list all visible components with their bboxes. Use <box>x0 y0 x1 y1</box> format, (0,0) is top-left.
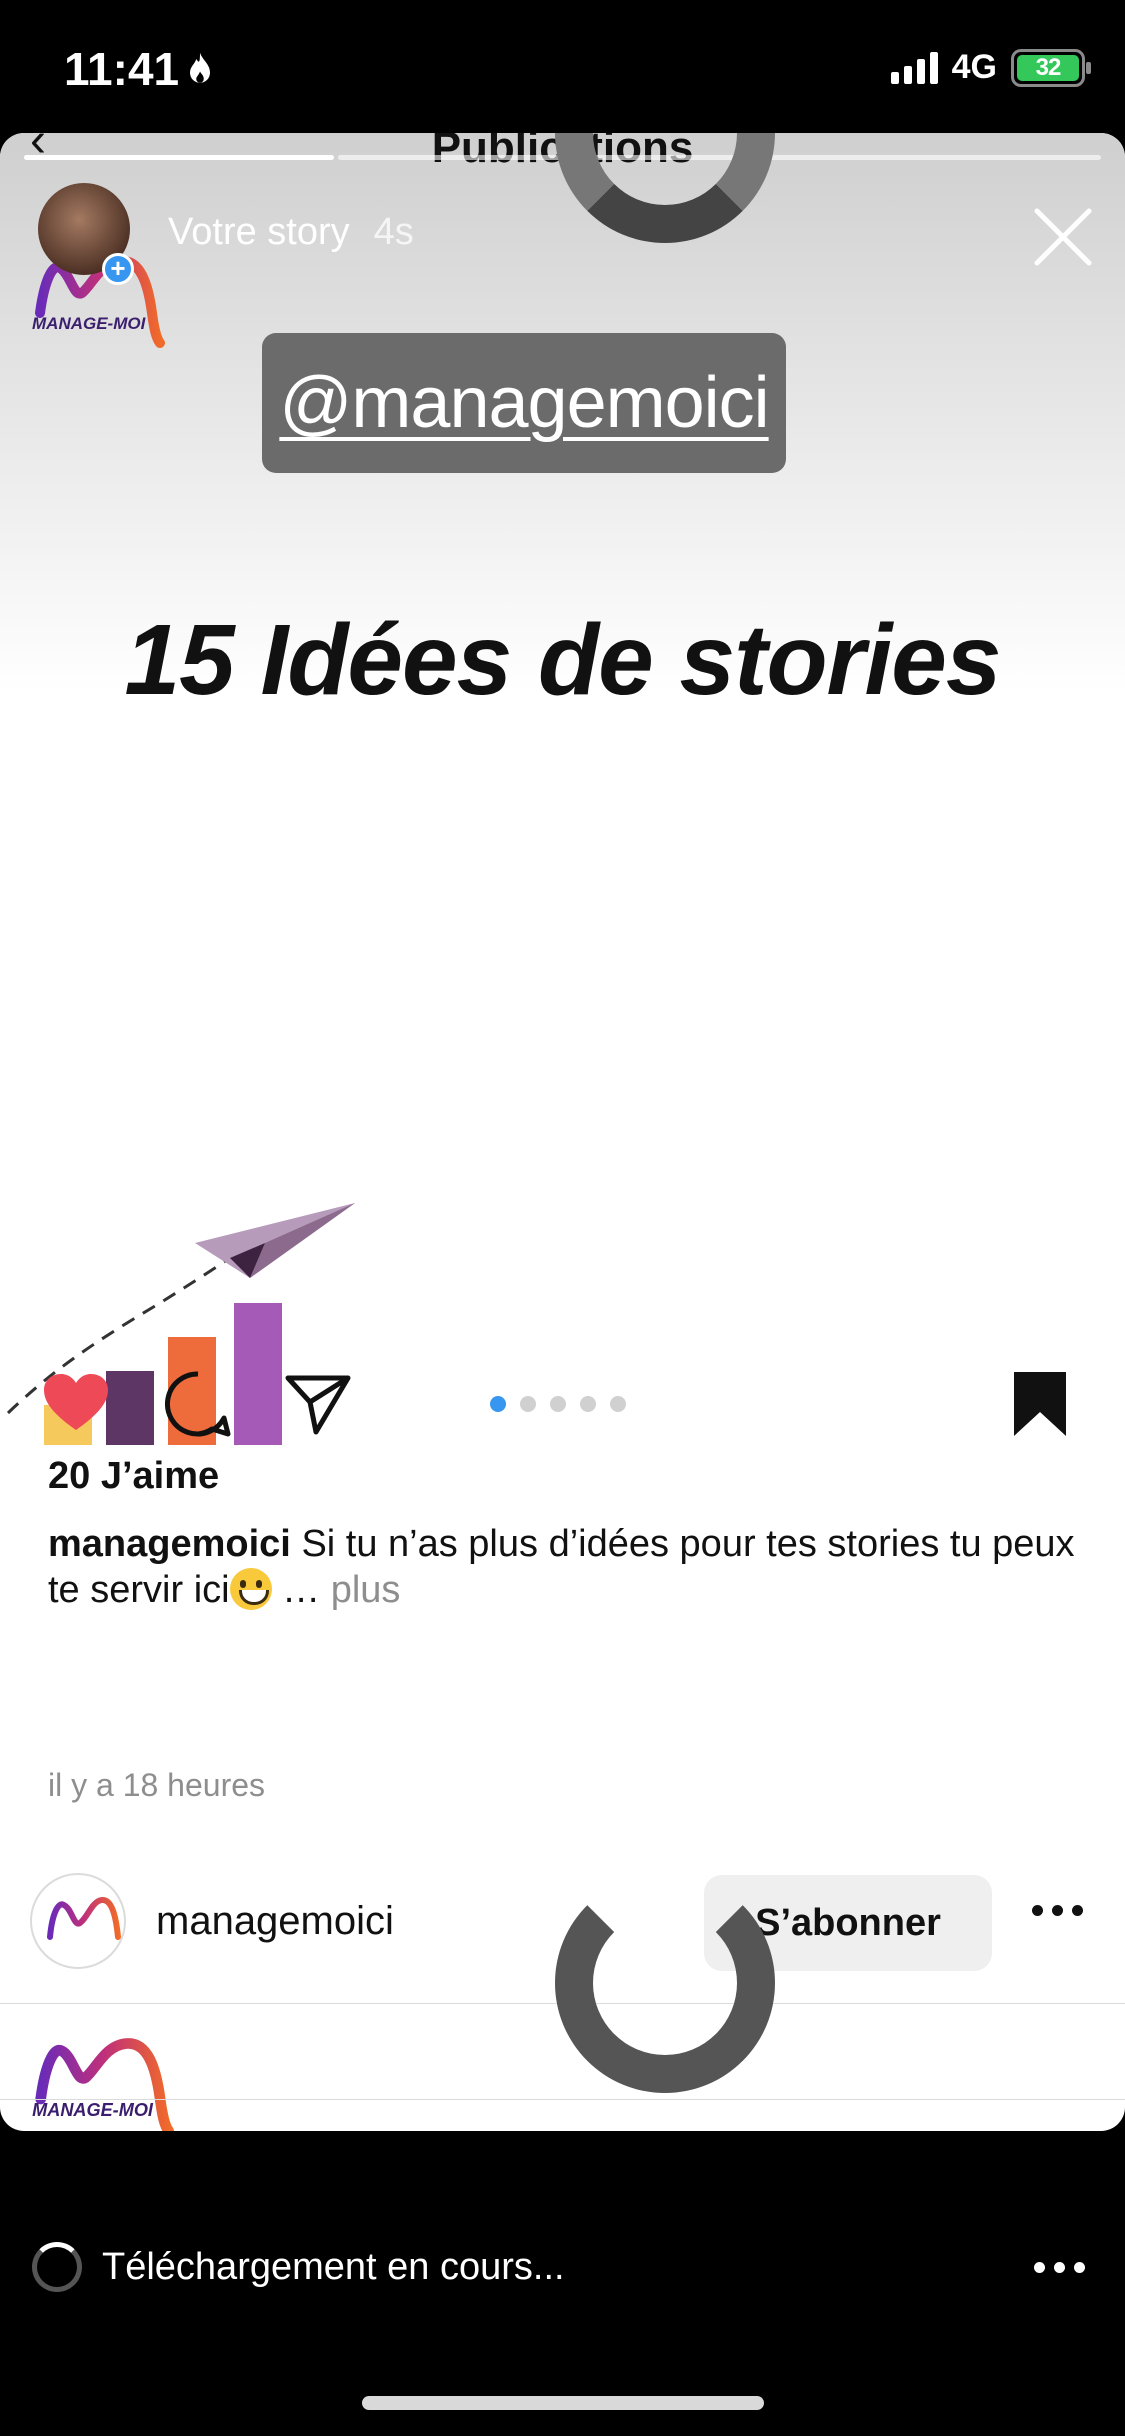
add-story-plus-icon[interactable]: + <box>102 253 134 285</box>
loading-ring-decoration <box>555 1873 775 2093</box>
profile-username[interactable]: managemoici <box>156 1899 394 1944</box>
network-type: 4G <box>951 48 997 86</box>
your-story-avatar[interactable]: MANAGE-MOI + <box>30 183 180 383</box>
post-actions <box>0 1348 1125 1448</box>
status-time: 11:41 <box>64 42 215 96</box>
carousel-dot <box>520 1396 536 1412</box>
more-options-icon[interactable] <box>1032 1905 1083 1916</box>
bookmark-icon[interactable] <box>1004 1368 1076 1440</box>
download-status: Téléchargement en cours... <box>32 2242 565 2292</box>
loading-spinner-icon <box>32 2242 82 2292</box>
close-icon[interactable] <box>1031 205 1095 269</box>
story-headline: 15 Idées de stories <box>124 604 1002 716</box>
home-indicator[interactable] <box>362 2396 764 2410</box>
battery-level: 32 <box>1017 54 1079 81</box>
profile-avatar[interactable] <box>30 1873 126 1969</box>
story-owner-label: Votre story 4s <box>168 211 414 253</box>
comment-icon[interactable] <box>162 1368 234 1440</box>
caption-username[interactable]: managemoici <box>48 1523 291 1565</box>
cell-signal-icon <box>890 51 938 84</box>
caption-more-link[interactable]: plus <box>331 1569 401 1611</box>
carousel-dot <box>610 1396 626 1412</box>
carousel-dot <box>550 1396 566 1412</box>
status-bar: 11:41 4G 32 <box>0 0 1125 135</box>
flame-icon <box>190 52 211 83</box>
svg-text:MANAGE-MOI: MANAGE-MOI <box>32 314 147 333</box>
carousel-dot <box>490 1396 506 1412</box>
grinning-emoji-icon <box>229 1568 272 1610</box>
post-caption: managemoici Si tu n’as plus d’idées pour… <box>48 1523 1075 1611</box>
divider <box>0 2099 1125 2100</box>
download-status-text: Téléchargement en cours... <box>102 2245 565 2288</box>
carousel-indicator <box>490 1396 626 1412</box>
carousel-dot <box>580 1396 596 1412</box>
svg-text:MANAGE-MOI: MANAGE-MOI <box>32 2100 154 2120</box>
more-options-icon[interactable] <box>1034 2262 1085 2273</box>
likes-count[interactable]: 20 J’aime <box>48 1455 219 1498</box>
mention-sticker[interactable]: @managemoici <box>262 333 786 473</box>
battery-icon: 32 <box>1011 48 1091 87</box>
share-send-icon[interactable] <box>282 1368 354 1440</box>
like-heart-icon[interactable] <box>40 1368 112 1440</box>
post-sheet: ‹ Publications MANAGE-MOI + Votre story 4… <box>0 133 1125 2131</box>
post-timestamp: il y a 18 heures <box>48 1767 266 1803</box>
brand-logo: MANAGE-MOI <box>32 2038 174 2131</box>
